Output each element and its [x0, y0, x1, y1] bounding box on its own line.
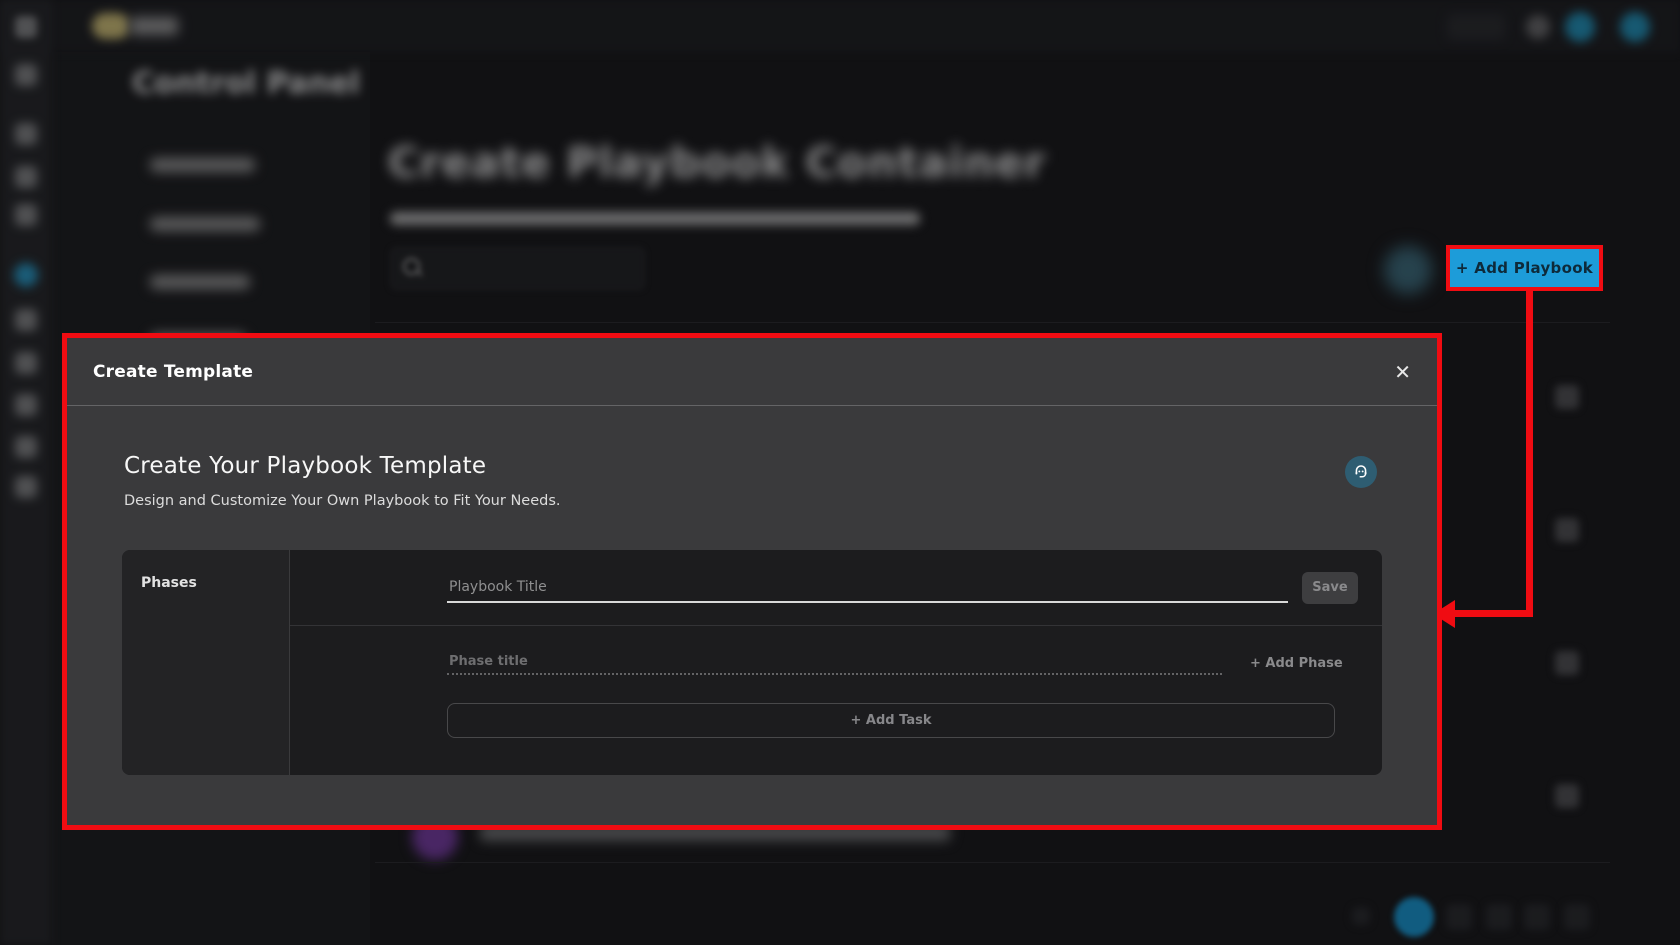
add-task-button[interactable]: + Add Task [447, 703, 1335, 738]
form-area: Save + Add Phase + Add Task [290, 550, 1382, 775]
modal-heading: Create Your Playbook Template [124, 453, 486, 479]
app-window: Control Panel Create Playbook Container [0, 0, 1680, 945]
playbook-title-row: Save [290, 550, 1382, 626]
phase-row: + Add Phase + Add Task [290, 626, 1382, 775]
phases-panel: Phases [122, 550, 290, 775]
phase-title-input[interactable] [447, 650, 1222, 675]
annotation-connector-horizontal [1450, 610, 1533, 617]
add-playbook-button[interactable]: + Add Playbook [1446, 245, 1603, 291]
close-icon[interactable]: ✕ [1394, 362, 1411, 382]
save-button[interactable]: Save [1302, 572, 1358, 604]
add-phase-button[interactable]: + Add Phase [1250, 656, 1343, 671]
create-template-modal: Create Template ✕ Create Your Playbook T… [62, 333, 1442, 830]
annotation-connector-vertical [1526, 291, 1533, 614]
playbook-title-input[interactable] [447, 573, 1288, 603]
chatbot-icon[interactable] [1345, 456, 1377, 488]
modal-title: Create Template [93, 362, 253, 382]
modal-header: Create Template ✕ [67, 338, 1437, 406]
template-form-panel: Phases Save + Add Phase + Add Task [122, 550, 1382, 775]
phases-label: Phases [141, 575, 197, 591]
modal-subheading: Design and Customize Your Own Playbook t… [124, 493, 561, 509]
